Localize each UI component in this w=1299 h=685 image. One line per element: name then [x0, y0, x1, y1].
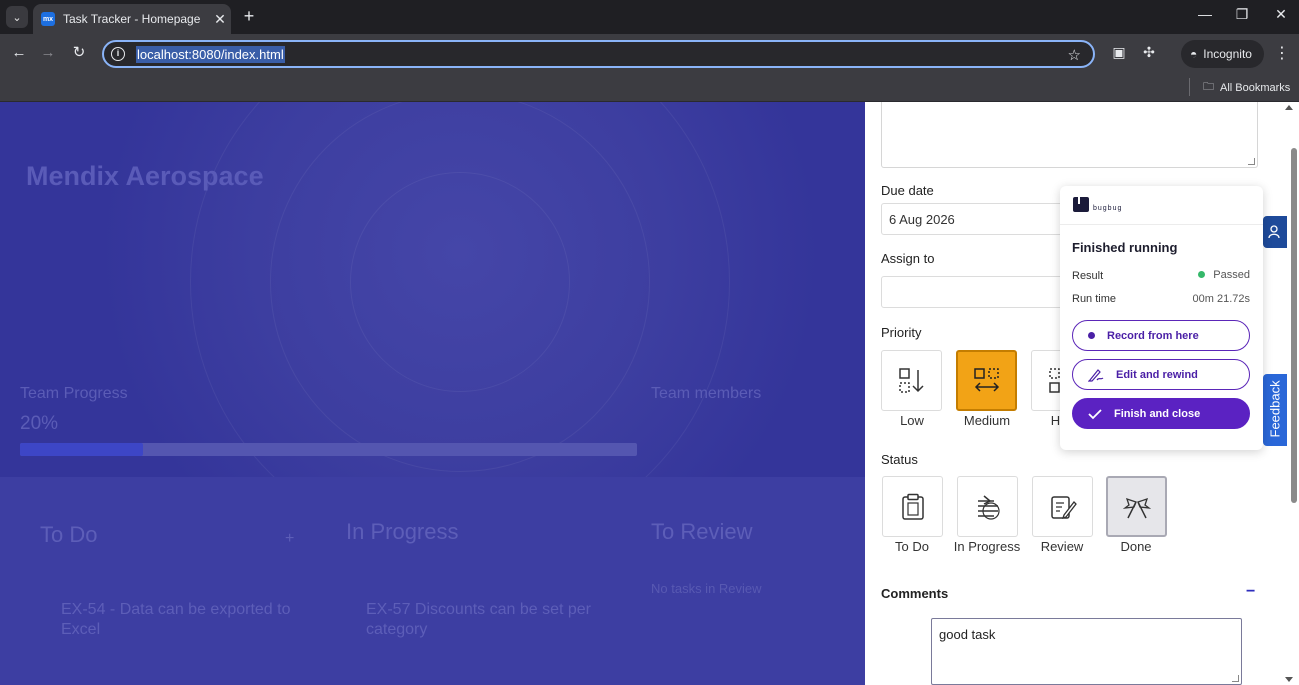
finish-label: Finish and close — [1114, 407, 1201, 420]
site-info-icon[interactable]: i — [111, 47, 125, 61]
column-title-in-progress: In Progress — [346, 519, 459, 544]
reload-icon[interactable]: ↻ — [69, 43, 89, 63]
extensions-puzzle-icon[interactable]: ✣ — [1140, 44, 1158, 62]
team-progress-label: Team Progress — [20, 385, 128, 402]
browser-menu-icon[interactable]: ⋮ — [1274, 43, 1290, 63]
tab-close-icon[interactable]: ✕ — [209, 11, 231, 28]
finish-and-close-button[interactable]: Finish and close — [1072, 398, 1250, 429]
comment-textarea[interactable]: good task — [931, 618, 1242, 685]
edit-rewind-icon — [1088, 368, 1104, 382]
tab-title: Task Tracker - Homepage — [63, 12, 201, 26]
incognito-button[interactable]: ◓ Incognito — [1181, 40, 1264, 68]
user-profile-icon[interactable] — [1263, 216, 1287, 248]
all-bookmarks-label: All Bookmarks — [1220, 81, 1291, 94]
bugbug-brand: bugbug — [1093, 205, 1123, 212]
priority-label: Priority — [881, 325, 922, 340]
record-from-here-button[interactable]: Record from here — [1072, 320, 1250, 351]
window-close-icon[interactable]: ✕ — [1271, 6, 1291, 23]
task-card[interactable]: EX-57 Discounts can be set per category — [366, 600, 601, 640]
incognito-icon: ◓ — [1190, 47, 1198, 61]
browser-toolbar: ← → ↻ i localhost:8080/index.html ☆ ▣ ✣ … — [0, 34, 1299, 72]
column-empty-message: No tasks in Review — [651, 581, 762, 596]
bugbug-logo-icon — [1073, 197, 1089, 212]
page-viewport: Mendix Aerospace Team Progress 20% Team … — [0, 102, 1299, 685]
bookmarks-separator — [1189, 78, 1190, 96]
record-label: Record from here — [1107, 329, 1199, 342]
scroll-down-icon[interactable] — [1285, 677, 1293, 682]
back-icon[interactable]: ← — [9, 43, 29, 63]
priority-low-button[interactable] — [881, 350, 942, 411]
priority-medium-icon — [973, 367, 999, 392]
check-icon — [1088, 408, 1102, 419]
status-done-button[interactable] — [1106, 476, 1167, 537]
task-card[interactable]: EX-54 - Data can be exported to Excel — [61, 600, 296, 640]
company-title: Mendix Aerospace — [26, 161, 264, 191]
status-label: Status — [881, 452, 918, 467]
team-progress-bar — [20, 443, 637, 456]
tab-search-chevron-icon[interactable]: ⌄ — [6, 6, 28, 28]
feedback-tab[interactable]: Feedback — [1263, 374, 1287, 446]
favicon-icon: mx — [41, 12, 55, 26]
folder-icon: 🗀 — [1203, 81, 1214, 93]
priority-high-label: Hi — [1050, 413, 1063, 428]
status-todo-button[interactable] — [882, 476, 943, 537]
finish-flags-icon — [1122, 497, 1151, 518]
team-members-label: Team members — [651, 385, 762, 402]
status-review-button[interactable] — [1032, 476, 1093, 537]
due-date-label: Due date — [881, 183, 934, 198]
url-text[interactable]: localhost:8080/index.html — [136, 45, 285, 63]
hero-banner: Mendix Aerospace Team Progress 20% Team … — [0, 102, 865, 477]
column-title-todo: To Do — [40, 522, 98, 547]
team-progress-value: 20% — [20, 413, 59, 434]
add-task-button[interactable]: + — [285, 530, 294, 548]
scroll-up-icon[interactable] — [1285, 105, 1293, 110]
result-label: Result — [1072, 270, 1104, 282]
modal-backdrop[interactable]: Mendix Aerospace Team Progress 20% Team … — [0, 102, 865, 685]
edit-and-rewind-button[interactable]: Edit and rewind — [1072, 359, 1250, 390]
description-textarea[interactable] — [881, 102, 1258, 168]
resize-grip-icon[interactable] — [1248, 158, 1255, 165]
restore-icon[interactable]: ❐ — [1232, 6, 1252, 23]
clipboard-icon — [901, 493, 924, 520]
team-progress-fill — [20, 443, 144, 456]
status-dot-icon — [1198, 271, 1206, 278]
collapse-comments-icon[interactable]: − — [1246, 583, 1255, 601]
runtime-label: Run time — [1072, 293, 1117, 305]
record-icon — [1088, 332, 1095, 339]
in-progress-icon — [977, 494, 1000, 520]
incognito-label: Incognito — [1203, 47, 1252, 61]
scroll-thumb[interactable] — [1291, 148, 1297, 503]
all-bookmarks-button[interactable]: 🗀 All Bookmarks — [1203, 78, 1290, 97]
minimize-icon[interactable]: — — [1195, 6, 1215, 22]
priority-medium-button[interactable] — [956, 350, 1017, 411]
address-bar[interactable]: i localhost:8080/index.html ☆ — [102, 40, 1095, 68]
result-value: Passed — [1198, 269, 1250, 281]
browser-tab[interactable]: mx Task Tracker - Homepage ✕ — [33, 4, 231, 34]
bugbug-logo: bugbug — [1073, 197, 1122, 212]
bookmark-star-icon[interactable]: ☆ — [1068, 46, 1081, 64]
bugbug-popup: bugbug Finished running Result Passed Ru… — [1060, 186, 1263, 450]
resize-grip-icon[interactable] — [1232, 675, 1239, 682]
edit-label: Edit and rewind — [1116, 368, 1198, 381]
run-status-title: Finished running — [1072, 240, 1178, 255]
column-title-to-review: To Review — [651, 519, 753, 544]
assign-to-label: Assign to — [881, 251, 935, 266]
status-in-progress-button[interactable] — [957, 476, 1018, 537]
review-icon — [1050, 495, 1077, 519]
comments-label: Comments — [881, 586, 949, 601]
task-board: To Do + EX-54 - Data can be exported to … — [0, 477, 865, 685]
feedback-label: Feedback — [1267, 380, 1283, 438]
status-done-label: Done — [1120, 539, 1152, 554]
divider — [1060, 224, 1263, 225]
turbine-decoration — [350, 172, 570, 392]
comment-text: good task — [939, 627, 996, 642]
bugbug-extension-icon[interactable]: ▣ — [1110, 44, 1128, 62]
browser-tabstrip: ⌄ mx Task Tracker - Homepage ✕ + — ❐ ✕ — [0, 0, 1299, 34]
priority-low-icon — [898, 367, 924, 393]
bookmarks-bar: 🗀 All Bookmarks — [0, 72, 1299, 102]
new-tab-icon[interactable]: + — [239, 6, 259, 26]
runtime-value: 00m 21.72s — [1192, 293, 1250, 305]
forward-icon[interactable]: → — [38, 43, 58, 63]
